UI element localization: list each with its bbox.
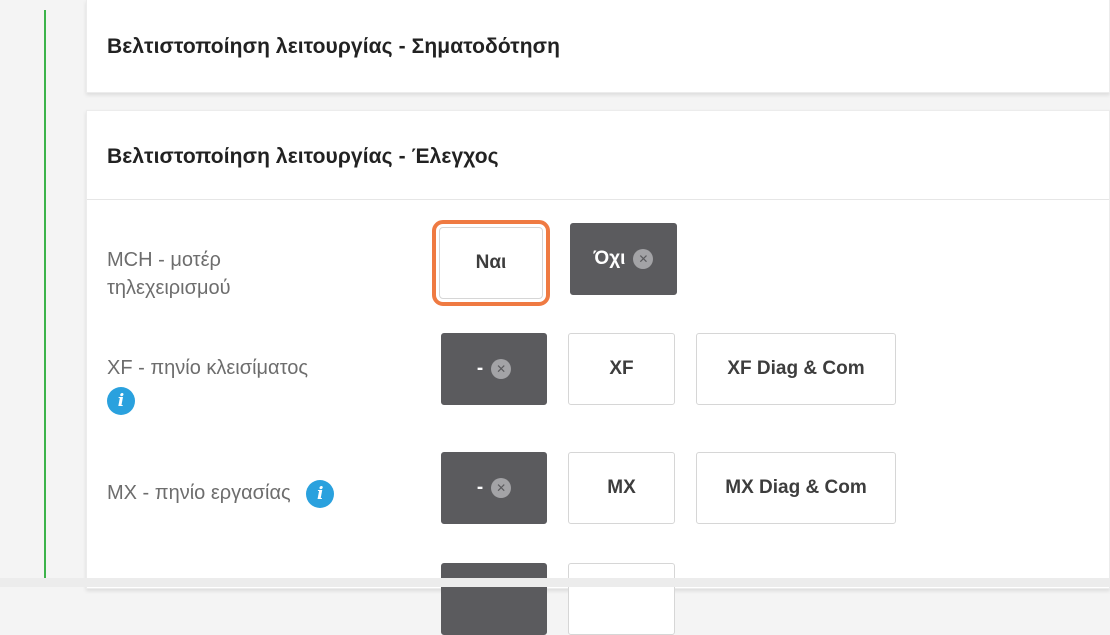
xf-none-button[interactable]: - ✕: [441, 333, 547, 405]
mx-diag-com-button[interactable]: MX Diag & Com: [696, 452, 896, 524]
mch-no-button[interactable]: Όχι ✕: [570, 223, 677, 295]
section-control-title[interactable]: Βελτιστοποίηση λειτουργίας - Έλεγχος: [107, 145, 499, 169]
mch-no-label: Όχι: [593, 248, 626, 269]
clear-icon: ✕: [491, 478, 512, 498]
clear-icon: ✕: [491, 359, 512, 379]
xf-label: XF - πηνίο κλεισίματος i: [107, 354, 308, 415]
bottom-strip: [0, 578, 1110, 587]
xf-none-label: -: [476, 358, 484, 379]
mch-label: MCH - μοτέρ τηλεχειρισμού: [107, 246, 231, 302]
mch-yes-label: Ναι: [475, 252, 507, 273]
section-control-card: Βελτιστοποίηση λειτουργίας - Έλεγχος MCH…: [86, 110, 1110, 635]
clear-icon: ✕: [633, 249, 654, 269]
info-icon[interactable]: i: [306, 479, 335, 508]
section-signaling-card[interactable]: Βελτιστοποίηση λειτουργίας - Σηματοδότησ…: [86, 0, 1110, 93]
section-divider: [87, 199, 1109, 200]
mx-label: MX - πηνίο εργασίας i: [107, 479, 335, 508]
xf-label-text: XF - πηνίο κλεισίματος: [107, 357, 308, 379]
mx-none-button[interactable]: - ✕: [441, 452, 547, 524]
green-accent-line: [44, 10, 46, 587]
mx-label-option: MX: [607, 477, 636, 498]
xf-diag-com-button[interactable]: XF Diag & Com: [696, 333, 896, 405]
xf-button[interactable]: XF: [568, 333, 675, 405]
section-signaling-title[interactable]: Βελτιστοποίηση λειτουργίας - Σηματοδότησ…: [107, 35, 560, 59]
mch-yes-button[interactable]: Ναι: [432, 220, 550, 306]
next-row-none-button[interactable]: [441, 563, 547, 635]
xf-diag-com-label: XF Diag & Com: [727, 358, 865, 379]
mx-label-text: MX - πηνίο εργασίας: [107, 482, 291, 504]
next-row-option-button[interactable]: [568, 563, 675, 635]
mx-button[interactable]: MX: [568, 452, 675, 524]
mx-diag-com-label: MX Diag & Com: [725, 477, 867, 498]
info-icon[interactable]: i: [107, 386, 135, 415]
mch-label-line1: MCH - μοτέρ: [107, 249, 221, 271]
mch-label-line2: τηλεχειρισμού: [107, 277, 231, 299]
xf-label-option: XF: [609, 358, 634, 379]
mx-none-label: -: [476, 477, 484, 498]
